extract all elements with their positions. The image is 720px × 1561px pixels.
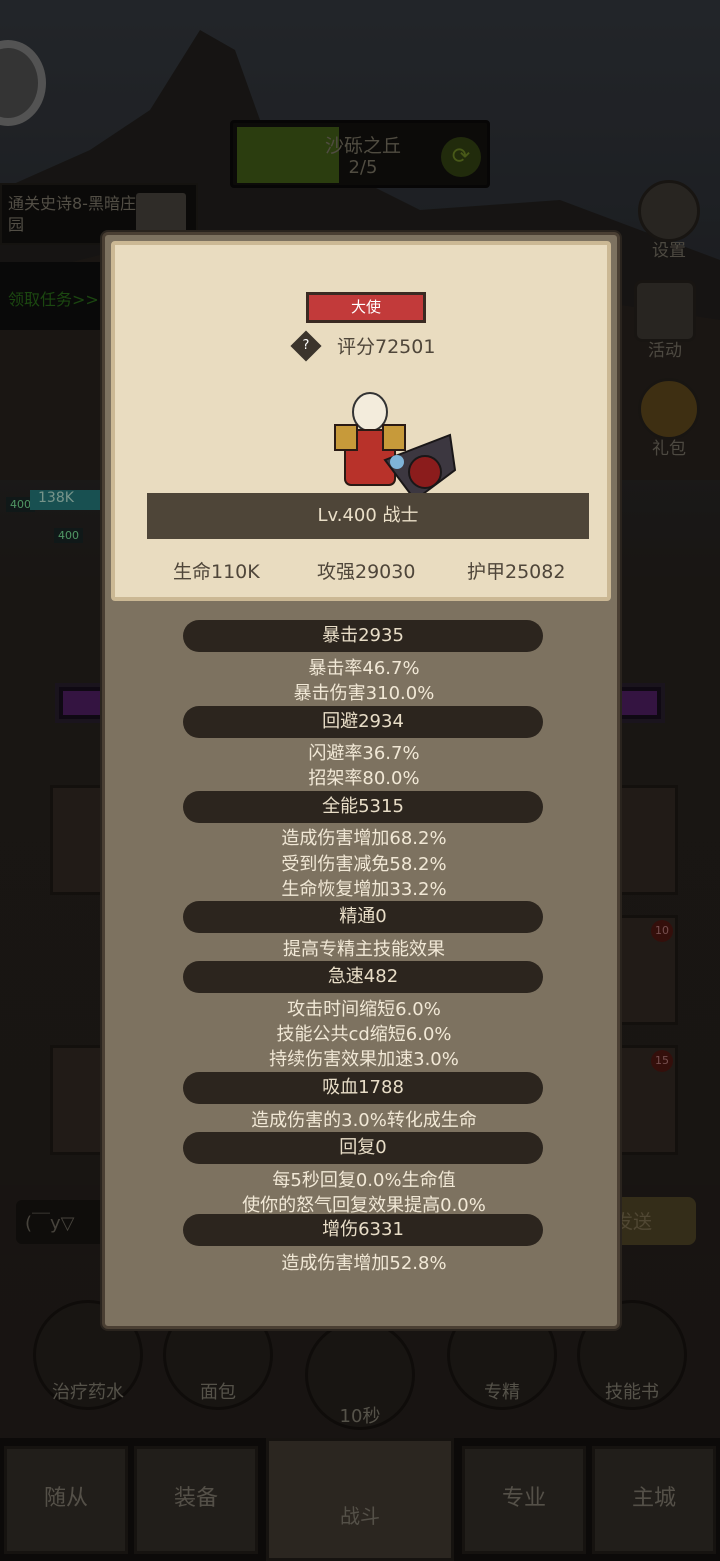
stat-category-haste: 急速482 [183, 961, 543, 993]
stat-category-regen: 回复0 [183, 1132, 543, 1164]
score-row: ? 评分72501 [290, 330, 475, 362]
stat-category-versatility: 全能5315 [183, 791, 543, 823]
stat-category-leech: 吸血1788 [183, 1072, 543, 1104]
character-stats-popup: 大使 ? 评分72501 Lv.400 战士 生命110K 攻强29030 护甲… [102, 232, 620, 1329]
stat-detail: 每5秒回复0.0%生命值 [272, 1170, 456, 1191]
attack-stat: 攻强29030 [317, 561, 416, 583]
stat-detail: 持续伤害效果加速3.0% [269, 1049, 459, 1070]
stat-detail: 提高专精主技能效果 [283, 939, 445, 960]
hero-summary-card: 大使 ? 评分72501 Lv.400 战士 生命110K 攻强29030 护甲… [111, 241, 611, 601]
stat-detail: 招架率80.0% [308, 768, 420, 789]
stat-detail: 生命恢复增加33.2% [281, 879, 447, 900]
stat-detail: 造成伤害的3.0%转化成生命 [251, 1110, 477, 1131]
armor-stat: 护甲25082 [467, 561, 566, 583]
stat-detail: 受到伤害减免58.2% [281, 854, 447, 875]
stat-detail: 造成伤害增加68.2% [281, 828, 447, 849]
stat-category-avoidance: 回避2934 [183, 706, 543, 738]
level-class-banner: Lv.400 战士 [147, 493, 589, 539]
hp-stat: 生命110K [173, 561, 260, 583]
stat-detail: 造成伤害增加52.8% [281, 1253, 447, 1274]
score-text: 评分72501 [337, 336, 436, 358]
stat-detail: 暴击伤害310.0% [293, 683, 435, 704]
stat-category-damage-bonus: 增伤6331 [183, 1214, 543, 1246]
stat-detail: 攻击时间缩短6.0% [287, 999, 441, 1020]
stat-detail: 闪避率36.7% [308, 743, 420, 764]
help-icon[interactable]: ? [290, 330, 322, 362]
stat-category-mastery: 精通0 [183, 901, 543, 933]
rank-badge: 大使 [306, 292, 426, 323]
stat-detail: 技能公共cd缩短6.0% [276, 1024, 452, 1045]
stat-detail: 暴击率46.7% [308, 658, 420, 679]
stat-category-crit: 暴击2935 [183, 620, 543, 652]
hero-base-stats: 生命110K 攻强29030 护甲25082 [115, 557, 615, 587]
